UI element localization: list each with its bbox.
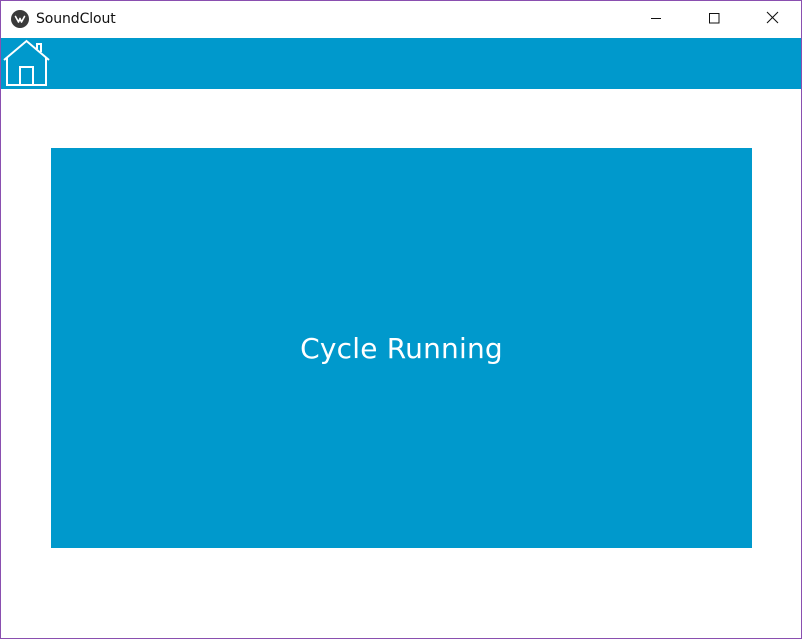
cycle-status-label: Cycle Running	[300, 331, 503, 365]
toolbar	[1, 38, 801, 89]
title-bar[interactable]: SoundClout	[1, 1, 801, 38]
status-panel[interactable]: Cycle Running	[51, 148, 752, 548]
app-window: SoundClout Cycle Running	[0, 0, 802, 639]
close-icon	[766, 11, 779, 29]
home-icon	[2, 39, 51, 92]
close-button[interactable]	[743, 1, 801, 38]
maximize-icon	[708, 11, 720, 29]
minimize-button[interactable]	[627, 1, 685, 38]
home-button[interactable]	[2, 38, 51, 88]
window-title: SoundClout	[36, 11, 116, 27]
maximize-button[interactable]	[685, 1, 743, 38]
app-logo-icon	[11, 10, 29, 28]
minimize-icon	[650, 11, 662, 29]
